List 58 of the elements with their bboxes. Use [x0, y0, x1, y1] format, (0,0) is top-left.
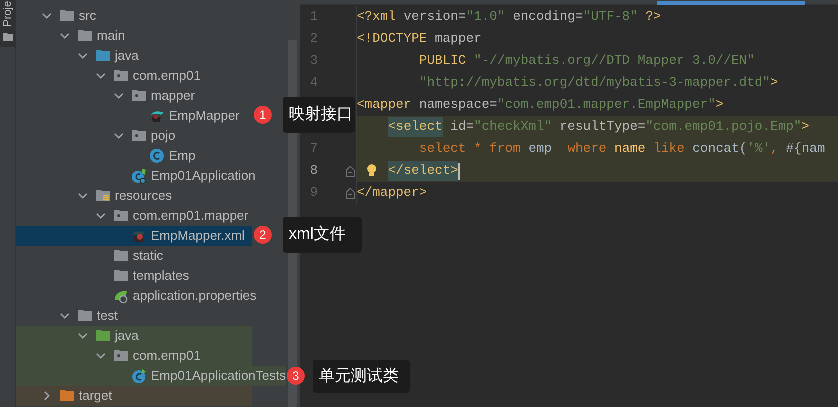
tree-item[interactable]: java	[16, 46, 252, 66]
folder-icon	[95, 48, 111, 64]
tree-item[interactable]: resources	[16, 186, 252, 206]
code-line: "http://mybatis.org/dtd/mybatis-3-mapper.dtd">	[418, 74, 780, 92]
package-folder-icon	[113, 68, 129, 84]
tree-item[interactable]: static	[16, 246, 252, 266]
package-folder-icon	[113, 348, 129, 364]
folder-icon	[95, 188, 111, 204]
line-number: 1	[309, 8, 318, 26]
tree-item[interactable]: pojo	[16, 126, 252, 146]
tree-item[interactable]: com.emp01	[16, 66, 252, 86]
folder-icon	[59, 8, 75, 24]
folder-icon	[113, 248, 129, 264]
leaf-gear-icon	[113, 288, 129, 304]
tree-item[interactable]: EmpMapper.xml	[16, 226, 252, 246]
tree-item[interactable]: application.properties	[16, 286, 257, 306]
code-line: </mapper>	[357, 184, 428, 202]
tree-item[interactable]: target	[16, 386, 252, 406]
tree-item[interactable]: java	[16, 326, 252, 346]
tree-item[interactable]: mapper	[16, 86, 252, 106]
line-number: 9	[309, 184, 318, 202]
package-folder-icon	[113, 208, 129, 224]
tree-item[interactable]: templates	[16, 266, 252, 286]
package-folder-icon	[131, 88, 147, 104]
folder-icon	[95, 328, 111, 344]
line-number: 8	[309, 162, 318, 180]
code-line: <!DOCTYPE mapper	[357, 30, 483, 48]
package-folder-icon	[131, 128, 147, 144]
annotation-tooltip: 单元测试类	[313, 360, 410, 393]
class-icon	[131, 368, 147, 384]
code-line: <?xml version="1.0" encoding="UTF-8" ?>	[357, 8, 662, 26]
line-number: 2	[309, 30, 318, 48]
lightbulb-icon[interactable]	[366, 164, 378, 178]
tree-item[interactable]: Emp	[16, 146, 252, 166]
code-line: PUBLIC "-//mybatis.org//DTD Mapper 3.0//EN"	[418, 52, 756, 70]
folder-icon	[59, 388, 75, 404]
folder-icon	[77, 28, 93, 44]
tree-item[interactable]: EmpMapper	[16, 106, 252, 126]
class-icon	[131, 168, 147, 184]
tree-item[interactable]: Emp01Application	[16, 166, 256, 186]
line-number: 4	[309, 74, 318, 92]
fold-icon[interactable]	[346, 188, 355, 198]
code-line: <mapper namespace="com.emp01.mapper.EmpMapper">	[357, 96, 725, 114]
tree-item[interactable]: com.emp01.mapper	[16, 206, 252, 226]
annotation-tooltip: 映射接口	[283, 97, 355, 133]
tree-item[interactable]: main	[16, 26, 252, 46]
tree-item[interactable]: com.emp01	[16, 346, 252, 366]
tree-item[interactable]: src	[16, 6, 252, 26]
tree-item[interactable]: Emp01ApplicationTests	[16, 366, 286, 386]
tree-item[interactable]: test	[16, 306, 252, 326]
line-number: 7	[309, 140, 318, 158]
fold-icon[interactable]	[346, 166, 355, 176]
line-number: 3	[309, 52, 318, 70]
folder-icon	[2, 32, 12, 41]
class-icon	[149, 148, 165, 164]
annotation-tooltip: xml文件	[283, 217, 362, 253]
folder-icon	[113, 268, 129, 284]
folder-icon	[77, 308, 93, 324]
